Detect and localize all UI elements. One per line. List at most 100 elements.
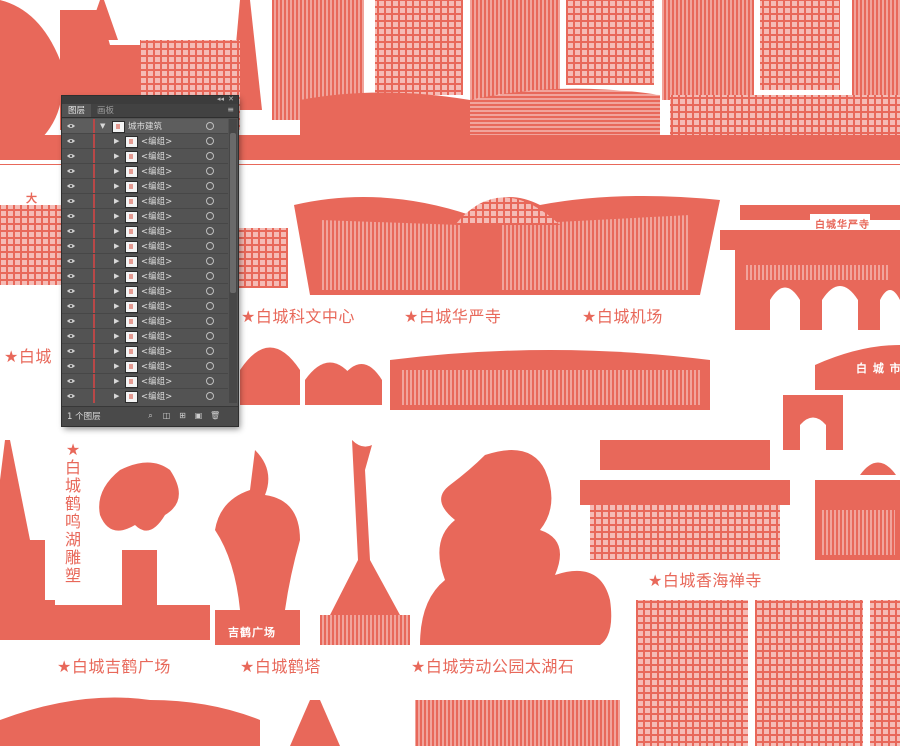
layer-row-group[interactable]: ▶ <编组>	[62, 374, 228, 389]
visibility-eye-icon[interactable]	[67, 302, 75, 308]
lock-toggle[interactable]	[79, 181, 89, 191]
panel-titlebar[interactable]: ◂◂ ✕	[62, 95, 238, 104]
layer-row-parent[interactable]: ▼ 城市建筑	[62, 119, 228, 134]
lock-toggle[interactable]	[79, 256, 89, 266]
visibility-eye-icon[interactable]	[67, 152, 75, 158]
target-circle-icon[interactable]	[206, 242, 214, 250]
visibility-eye-icon[interactable]	[67, 362, 75, 368]
expand-right-icon[interactable]: ▶	[114, 137, 119, 145]
lock-toggle[interactable]	[79, 391, 89, 401]
visibility-eye-icon[interactable]	[67, 197, 75, 203]
visibility-eye-icon[interactable]	[67, 122, 75, 128]
layer-row-group[interactable]: ▶ <编组>	[62, 299, 228, 314]
target-circle-icon[interactable]	[206, 257, 214, 265]
clipping-mask-icon[interactable]: ◫	[162, 411, 171, 420]
expand-right-icon[interactable]: ▶	[114, 257, 119, 265]
layer-scrollbar[interactable]	[229, 119, 237, 403]
layer-row-group[interactable]: ▶ <编组>	[62, 329, 228, 344]
expand-right-icon[interactable]: ▶	[114, 347, 119, 355]
layer-row-group[interactable]: ▶ <编组>	[62, 134, 228, 149]
layer-row-group[interactable]: ▶ <编组>	[62, 389, 228, 403]
tab-layers[interactable]: 图层	[62, 104, 92, 117]
expand-right-icon[interactable]: ▶	[114, 272, 119, 280]
lock-toggle[interactable]	[79, 331, 89, 341]
delete-icon[interactable]: 🗑	[210, 411, 220, 420]
visibility-eye-icon[interactable]	[67, 377, 75, 383]
layer-row-group[interactable]: ▶ <编组>	[62, 209, 228, 224]
visibility-eye-icon[interactable]	[67, 227, 75, 233]
visibility-eye-icon[interactable]	[67, 287, 75, 293]
expand-right-icon[interactable]: ▶	[114, 377, 119, 385]
visibility-eye-icon[interactable]	[67, 317, 75, 323]
lock-toggle[interactable]	[79, 121, 89, 131]
lock-toggle[interactable]	[79, 151, 89, 161]
layer-row-group[interactable]: ▶ <编组>	[62, 284, 228, 299]
layer-row-group[interactable]: ▶ <编组>	[62, 149, 228, 164]
layer-row-group[interactable]: ▶ <编组>	[62, 269, 228, 284]
expand-right-icon[interactable]: ▶	[114, 302, 119, 310]
lock-toggle[interactable]	[79, 316, 89, 326]
expand-right-icon[interactable]: ▶	[114, 152, 119, 160]
expand-right-icon[interactable]: ▶	[114, 167, 119, 175]
visibility-eye-icon[interactable]	[67, 257, 75, 263]
lock-toggle[interactable]	[79, 301, 89, 311]
panel-menu-icon[interactable]: ≡	[227, 105, 234, 114]
expand-right-icon[interactable]: ▶	[114, 197, 119, 205]
target-circle-icon[interactable]	[206, 212, 214, 220]
lock-toggle[interactable]	[79, 361, 89, 371]
layer-row-group[interactable]: ▶ <编组>	[62, 224, 228, 239]
layers-panel[interactable]: ◂◂ ✕ 图层 画板 ≡ ▼ 城市建筑 ▶ <编组> ▶ <编组> ▶ <编组> ▶ <编组> ▶ <…	[62, 95, 238, 426]
expand-right-icon[interactable]: ▶	[114, 227, 119, 235]
target-circle-icon[interactable]	[206, 122, 214, 130]
visibility-eye-icon[interactable]	[67, 167, 75, 173]
lock-toggle[interactable]	[79, 211, 89, 221]
expand-right-icon[interactable]: ▶	[114, 332, 119, 340]
target-circle-icon[interactable]	[206, 362, 214, 370]
lock-toggle[interactable]	[79, 286, 89, 296]
target-circle-icon[interactable]	[206, 152, 214, 160]
visibility-eye-icon[interactable]	[67, 392, 75, 398]
expand-right-icon[interactable]: ▶	[114, 182, 119, 190]
layer-row-group[interactable]: ▶ <编组>	[62, 239, 228, 254]
new-layer-icon[interactable]: ▣	[194, 411, 203, 420]
lock-toggle[interactable]	[79, 136, 89, 146]
visibility-eye-icon[interactable]	[67, 137, 75, 143]
expand-right-icon[interactable]: ▶	[114, 317, 119, 325]
target-circle-icon[interactable]	[206, 317, 214, 325]
layer-row-group[interactable]: ▶ <编组>	[62, 314, 228, 329]
target-circle-icon[interactable]	[206, 392, 214, 400]
layer-row-group[interactable]: ▶ <编组>	[62, 359, 228, 374]
layer-row-group[interactable]: ▶ <编组>	[62, 254, 228, 269]
visibility-eye-icon[interactable]	[67, 212, 75, 218]
lock-toggle[interactable]	[79, 271, 89, 281]
target-circle-icon[interactable]	[206, 167, 214, 175]
close-panel-icon[interactable]: ✕	[228, 95, 234, 103]
target-circle-icon[interactable]	[206, 137, 214, 145]
target-circle-icon[interactable]	[206, 302, 214, 310]
layer-row-group[interactable]: ▶ <编组>	[62, 194, 228, 209]
visibility-eye-icon[interactable]	[67, 332, 75, 338]
target-circle-icon[interactable]	[206, 287, 214, 295]
target-circle-icon[interactable]	[206, 332, 214, 340]
layer-row-group[interactable]: ▶ <编组>	[62, 344, 228, 359]
expand-right-icon[interactable]: ▶	[114, 212, 119, 220]
visibility-eye-icon[interactable]	[67, 242, 75, 248]
expand-right-icon[interactable]: ▶	[114, 242, 119, 250]
target-circle-icon[interactable]	[206, 197, 214, 205]
lock-toggle[interactable]	[79, 376, 89, 386]
target-circle-icon[interactable]	[206, 182, 214, 190]
visibility-eye-icon[interactable]	[67, 182, 75, 188]
lock-toggle[interactable]	[79, 196, 89, 206]
expand-right-icon[interactable]: ▶	[114, 392, 119, 400]
visibility-eye-icon[interactable]	[67, 347, 75, 353]
lock-toggle[interactable]	[79, 241, 89, 251]
expand-down-icon[interactable]: ▼	[100, 122, 105, 130]
collapse-panel-icon[interactable]: ◂◂	[217, 95, 224, 103]
search-icon[interactable]: ⌕	[146, 411, 155, 420]
target-circle-icon[interactable]	[206, 272, 214, 280]
expand-right-icon[interactable]: ▶	[114, 287, 119, 295]
tab-artboards[interactable]: 画板	[91, 104, 120, 117]
scrollbar-thumb[interactable]	[230, 133, 236, 293]
target-circle-icon[interactable]	[206, 347, 214, 355]
lock-toggle[interactable]	[79, 346, 89, 356]
